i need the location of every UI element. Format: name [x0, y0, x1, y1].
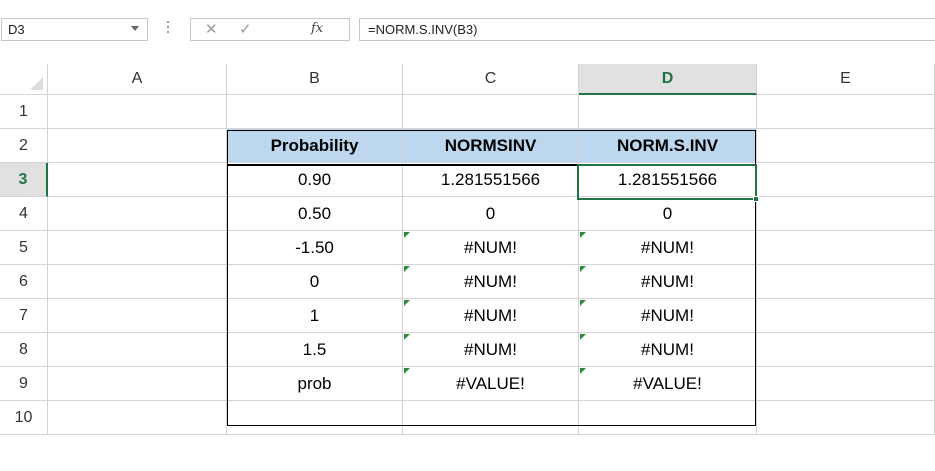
- error-indicator-icon[interactable]: [580, 334, 586, 340]
- cell-a10[interactable]: [48, 401, 227, 435]
- cell-d5[interactable]: #NUM!: [579, 231, 757, 265]
- cell-c3[interactable]: 1.281551566: [403, 163, 579, 197]
- row-header-6[interactable]: 6: [0, 265, 48, 299]
- cell-a2[interactable]: [48, 129, 227, 163]
- row-header-3[interactable]: 3: [0, 163, 48, 197]
- cell-d8[interactable]: #NUM!: [579, 333, 757, 367]
- fill-handle[interactable]: [753, 196, 759, 202]
- cell-a7[interactable]: [48, 299, 227, 333]
- cell-e5[interactable]: [757, 231, 935, 265]
- cell-d10[interactable]: [579, 401, 757, 435]
- select-all-corner[interactable]: [0, 64, 48, 95]
- cell-d3[interactable]: 1.281551566: [579, 163, 757, 197]
- cell-c5[interactable]: #NUM!: [403, 231, 579, 265]
- cell-b4[interactable]: 0.50: [227, 197, 403, 231]
- cell-c2[interactable]: NORMSINV: [403, 129, 579, 163]
- cell-d1[interactable]: [579, 95, 757, 129]
- formula-buttons: ✕ ✓ fx: [190, 18, 350, 41]
- column-header-a[interactable]: A: [48, 64, 227, 95]
- row-header-9[interactable]: 9: [0, 367, 48, 401]
- formula-text[interactable]: =NORM.S.INV(B3): [368, 22, 477, 37]
- formula-bar: D3 ✕ ✓ fx =NORM.S.INV(B3): [0, 0, 935, 56]
- cell-b1[interactable]: [227, 95, 403, 129]
- cell-d6[interactable]: #NUM!: [579, 265, 757, 299]
- cell-b6[interactable]: 0: [227, 265, 403, 299]
- error-indicator-icon[interactable]: [404, 266, 410, 272]
- select-all-icon[interactable]: [30, 77, 43, 90]
- cell-d2[interactable]: NORM.S.INV: [579, 129, 757, 163]
- cell-e9[interactable]: [757, 367, 935, 401]
- cell-b9[interactable]: prob: [227, 367, 403, 401]
- name-box-dropdown-icon[interactable]: [131, 26, 139, 31]
- cell-b10[interactable]: [227, 401, 403, 435]
- cell-c1[interactable]: [403, 95, 579, 129]
- cell-c6[interactable]: #NUM!: [403, 265, 579, 299]
- cell-c7[interactable]: #NUM!: [403, 299, 579, 333]
- cell-a4[interactable]: [48, 197, 227, 231]
- cell-e8[interactable]: [757, 333, 935, 367]
- cell-a5[interactable]: [48, 231, 227, 265]
- cell-a6[interactable]: [48, 265, 227, 299]
- row-header-2[interactable]: 2: [0, 129, 48, 163]
- name-box-value[interactable]: D3: [8, 22, 25, 37]
- name-box[interactable]: D3: [1, 18, 148, 41]
- row-header-8[interactable]: 8: [0, 333, 48, 367]
- error-indicator-icon[interactable]: [580, 368, 586, 374]
- column-header-d[interactable]: D: [579, 64, 757, 95]
- cell-a1[interactable]: [48, 95, 227, 129]
- cell-d9[interactable]: #VALUE!: [579, 367, 757, 401]
- error-indicator-icon[interactable]: [580, 266, 586, 272]
- error-indicator-icon[interactable]: [404, 232, 410, 238]
- cell-b2[interactable]: Probability: [227, 129, 403, 163]
- cancel-icon[interactable]: ✕: [205, 20, 218, 38]
- cell-e10[interactable]: [757, 401, 935, 435]
- cell-a3[interactable]: [48, 163, 227, 197]
- insert-function-icon[interactable]: fx: [311, 21, 323, 36]
- row-header-5[interactable]: 5: [0, 231, 48, 265]
- error-indicator-icon[interactable]: [404, 300, 410, 306]
- cell-b8[interactable]: 1.5: [227, 333, 403, 367]
- row-header-10[interactable]: 10: [0, 401, 48, 435]
- cell-e6[interactable]: [757, 265, 935, 299]
- cell-e7[interactable]: [757, 299, 935, 333]
- cell-c8[interactable]: #NUM!: [403, 333, 579, 367]
- error-indicator-icon[interactable]: [404, 368, 410, 374]
- cell-b3[interactable]: 0.90: [227, 163, 403, 197]
- cell-c9[interactable]: #VALUE!: [403, 367, 579, 401]
- cell-e4[interactable]: [757, 197, 935, 231]
- cell-a9[interactable]: [48, 367, 227, 401]
- row-header-1[interactable]: 1: [0, 95, 48, 129]
- spreadsheet-grid: A B C D E 1 2 Probability NORMSINV NORM.S.INV 3 0.9…: [0, 64, 935, 471]
- formula-input[interactable]: =NORM.S.INV(B3): [359, 18, 935, 41]
- cell-c4[interactable]: 0: [403, 197, 579, 231]
- error-indicator-icon[interactable]: [580, 300, 586, 306]
- row-header-7[interactable]: 7: [0, 299, 48, 333]
- cell-b7[interactable]: 1: [227, 299, 403, 333]
- error-indicator-icon[interactable]: [404, 334, 410, 340]
- cell-a8[interactable]: [48, 333, 227, 367]
- cell-e2[interactable]: [757, 129, 935, 163]
- cell-c10[interactable]: [403, 401, 579, 435]
- cell-d7[interactable]: #NUM!: [579, 299, 757, 333]
- column-header-c[interactable]: C: [403, 64, 579, 95]
- cell-e3[interactable]: [757, 163, 935, 197]
- cell-e1[interactable]: [757, 95, 935, 129]
- error-indicator-icon[interactable]: [580, 232, 586, 238]
- row-header-4[interactable]: 4: [0, 197, 48, 231]
- cell-d4[interactable]: 0: [579, 197, 757, 231]
- enter-icon[interactable]: ✓: [239, 20, 252, 38]
- cell-b5[interactable]: -1.50: [227, 231, 403, 265]
- column-header-e[interactable]: E: [757, 64, 935, 95]
- formula-bar-grip-icon[interactable]: [167, 21, 170, 37]
- column-header-b[interactable]: B: [227, 64, 403, 95]
